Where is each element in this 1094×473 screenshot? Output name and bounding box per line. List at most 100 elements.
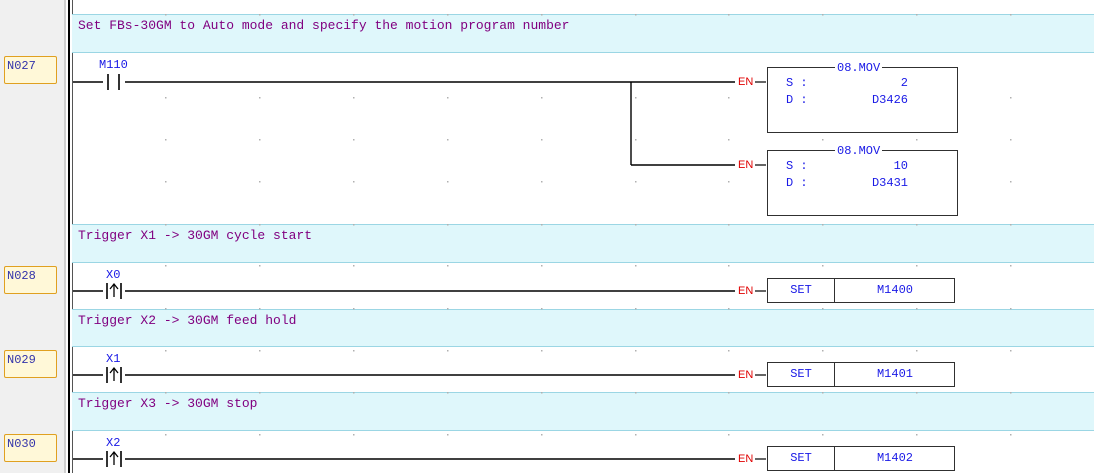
grid-dot bbox=[353, 224, 355, 226]
contact-label-x2: X2 bbox=[106, 436, 121, 450]
grid-dot bbox=[635, 14, 637, 16]
grid-dot bbox=[728, 392, 730, 394]
mov-source-label: S : bbox=[786, 76, 808, 90]
grid-dot bbox=[165, 265, 167, 267]
mov-block-title: 08.MOV bbox=[835, 61, 883, 75]
mov-block-title: 08.MOV bbox=[835, 144, 883, 158]
grid-dot bbox=[259, 350, 261, 352]
mov-block-2[interactable]: 08.MOV S : 10 D : D3431 bbox=[767, 144, 958, 216]
mov-block-1[interactable]: 08.MOV S : 2 D : D3426 bbox=[767, 61, 958, 133]
set-coil-m1402[interactable]: SET M1402 bbox=[767, 446, 955, 471]
mov-dest-value[interactable]: D3431 bbox=[858, 176, 908, 190]
grid-dot bbox=[259, 434, 261, 436]
grid-dot bbox=[447, 265, 449, 267]
grid-dot bbox=[1010, 350, 1012, 352]
grid-dot bbox=[635, 434, 637, 436]
grid-dot bbox=[259, 392, 261, 394]
grid-dot bbox=[165, 97, 167, 99]
contact-label-m110: M110 bbox=[99, 58, 128, 72]
grid-dot bbox=[353, 308, 355, 310]
grid-dot bbox=[916, 139, 918, 141]
set-operand[interactable]: M1400 bbox=[835, 279, 955, 302]
grid-dot bbox=[822, 139, 824, 141]
grid-dot bbox=[259, 14, 261, 16]
grid-dot bbox=[635, 181, 637, 183]
grid-dot bbox=[822, 392, 824, 394]
grid-dot bbox=[447, 392, 449, 394]
rising-edge-contact-x1[interactable] bbox=[103, 366, 125, 383]
grid-dot bbox=[259, 181, 261, 183]
mov-dest-value[interactable]: D3426 bbox=[858, 93, 908, 107]
grid-dot bbox=[728, 14, 730, 16]
grid-dot bbox=[353, 265, 355, 267]
contact-m110[interactable] bbox=[103, 74, 125, 90]
grid-dot bbox=[447, 350, 449, 352]
grid-dot bbox=[635, 224, 637, 226]
grid-dot bbox=[728, 139, 730, 141]
grid-dot bbox=[635, 265, 637, 267]
rising-edge-contact-x2[interactable] bbox=[103, 450, 125, 467]
en-label-mov-1: EN bbox=[738, 76, 754, 88]
contact-label-x1: X1 bbox=[106, 352, 121, 366]
grid-dot bbox=[165, 139, 167, 141]
set-operand[interactable]: M1402 bbox=[835, 447, 955, 470]
grid-dot bbox=[447, 434, 449, 436]
grid-dot bbox=[165, 350, 167, 352]
mov-source-value[interactable]: 10 bbox=[868, 159, 908, 173]
set-coil-m1401[interactable]: SET M1401 bbox=[767, 362, 955, 387]
grid-dot bbox=[353, 392, 355, 394]
rising-edge-contact-x0[interactable] bbox=[103, 282, 125, 299]
grid-dot bbox=[728, 265, 730, 267]
grid-dot bbox=[447, 97, 449, 99]
grid-dot bbox=[165, 434, 167, 436]
grid-dot bbox=[353, 434, 355, 436]
grid-dot bbox=[353, 139, 355, 141]
en-label-set-m1401: EN bbox=[738, 369, 754, 381]
grid-dot bbox=[259, 265, 261, 267]
mov-source-value[interactable]: 2 bbox=[868, 76, 908, 90]
grid-dot bbox=[728, 224, 730, 226]
grid-dot bbox=[635, 97, 637, 99]
mov-source-label: S : bbox=[786, 159, 808, 173]
grid-dot bbox=[635, 308, 637, 310]
en-label-mov-2: EN bbox=[738, 159, 754, 171]
grid-dot bbox=[447, 224, 449, 226]
grid-dot bbox=[541, 434, 543, 436]
grid-dot bbox=[916, 14, 918, 16]
grid-dot bbox=[541, 97, 543, 99]
grid-dot bbox=[165, 224, 167, 226]
grid-dot bbox=[916, 350, 918, 352]
grid-dot bbox=[447, 308, 449, 310]
grid-dot bbox=[635, 392, 637, 394]
grid-dot bbox=[541, 392, 543, 394]
grid-dot bbox=[541, 308, 543, 310]
grid-dot bbox=[916, 392, 918, 394]
grid-dot bbox=[916, 265, 918, 267]
grid-dot bbox=[822, 434, 824, 436]
grid-dot bbox=[916, 434, 918, 436]
set-operand[interactable]: M1401 bbox=[835, 363, 955, 386]
grid-dot bbox=[353, 350, 355, 352]
grid-dot bbox=[1010, 392, 1012, 394]
grid-dot bbox=[541, 224, 543, 226]
grid-dot bbox=[541, 139, 543, 141]
grid-dot bbox=[916, 224, 918, 226]
grid-dot bbox=[165, 181, 167, 183]
grid-dot bbox=[541, 350, 543, 352]
grid-dot bbox=[728, 308, 730, 310]
grid-dot bbox=[541, 14, 543, 16]
grid-dot bbox=[165, 392, 167, 394]
grid-dot bbox=[353, 97, 355, 99]
grid-dot bbox=[635, 139, 637, 141]
grid-dot bbox=[259, 139, 261, 141]
grid-dot bbox=[259, 97, 261, 99]
grid-dot bbox=[1010, 308, 1012, 310]
set-coil-m1400[interactable]: SET M1400 bbox=[767, 278, 955, 303]
contact-label-x0: X0 bbox=[106, 268, 121, 282]
mov-dest-label: D : bbox=[786, 176, 808, 190]
grid-dot bbox=[822, 224, 824, 226]
grid-dot bbox=[822, 265, 824, 267]
grid-dot bbox=[259, 308, 261, 310]
grid-dot bbox=[541, 265, 543, 267]
grid-dot bbox=[1010, 224, 1012, 226]
